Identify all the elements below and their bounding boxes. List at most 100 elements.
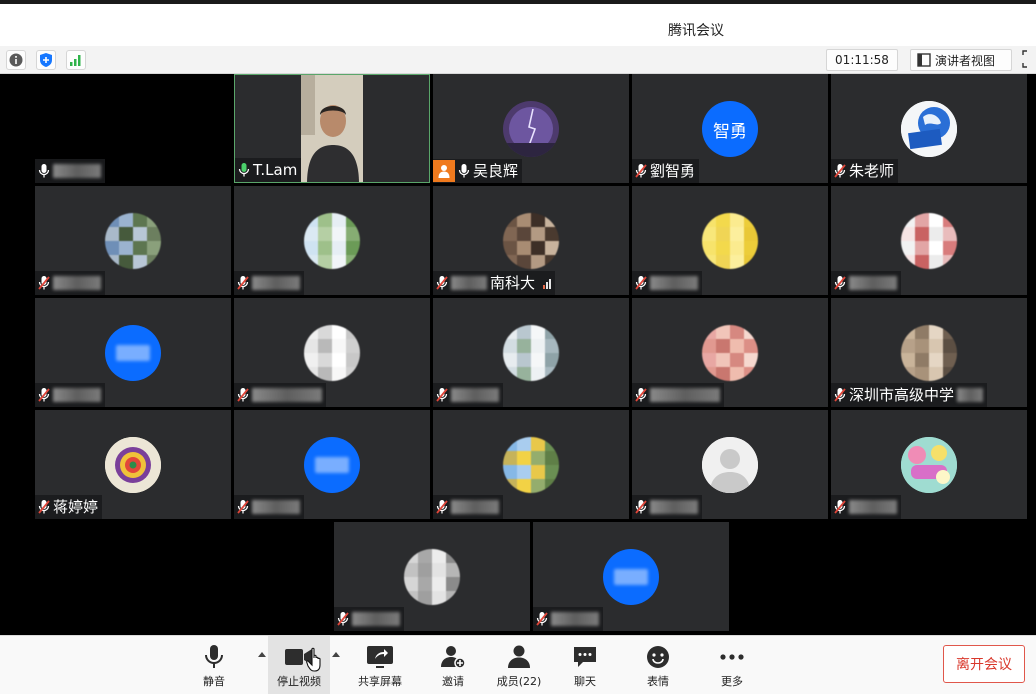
participant-tile[interactable] [831, 410, 1027, 519]
participant-label [433, 495, 503, 519]
shield-icon[interactable] [36, 50, 56, 70]
participant-tile[interactable] [632, 410, 828, 519]
chat-icon [574, 647, 596, 667]
speaker-view-button[interactable]: 演讲者视图 [910, 49, 1012, 71]
mic-muted-icon [436, 500, 448, 514]
avatar-initials [116, 345, 150, 361]
participant-name-obscured [451, 276, 487, 290]
mic-muted-icon [834, 388, 846, 402]
invite-user-icon [441, 646, 466, 669]
participant-tile[interactable] [234, 298, 430, 407]
participant-label [234, 271, 304, 295]
participant-label [35, 159, 105, 183]
info-icon[interactable] [6, 50, 26, 70]
participant-name [252, 276, 300, 290]
avatar [702, 213, 758, 269]
participant-name [650, 388, 720, 402]
mute-button[interactable]: 静音 [183, 636, 245, 694]
participant-video-feed [301, 75, 363, 182]
participant-name-obscured [957, 388, 984, 402]
mic-muted-icon [38, 388, 50, 402]
participant-tile[interactable] [35, 298, 231, 407]
window-title: 腾讯会议 [668, 23, 724, 39]
share-screen-button[interactable]: 共享屏幕 [349, 636, 411, 694]
participant-tile[interactable]: 朱老师 [831, 74, 1027, 183]
more-button[interactable]: 更多 [701, 636, 763, 694]
participant-label [632, 271, 702, 295]
members-icon [508, 645, 530, 668]
speaker-view-label: 演讲者视图 [935, 53, 996, 68]
participant-tile[interactable] [433, 410, 629, 519]
participant-label [433, 383, 503, 407]
mic-muted-icon [436, 276, 448, 290]
audio-options-caret[interactable] [258, 652, 266, 657]
participant-tile[interactable] [334, 522, 530, 631]
title-bar: 腾讯会议 [0, 0, 1036, 46]
participant-name [849, 500, 897, 514]
mic-on-icon [458, 164, 470, 178]
avatar [404, 549, 460, 605]
participant-tile[interactable]: 深圳市高级中学 [831, 298, 1027, 407]
meeting-info-bar: 01:11:58 演讲者视图 [0, 46, 1036, 74]
participant-label [334, 607, 404, 631]
avatar [702, 437, 758, 493]
members-button[interactable]: 成员(22) [488, 636, 550, 694]
participant-tile[interactable] [234, 186, 430, 295]
leave-meeting-button[interactable]: 离开会议 [943, 645, 1025, 683]
avatar [603, 549, 659, 605]
chat-button[interactable]: 聊天 [554, 636, 616, 694]
invite-button[interactable]: 邀请 [422, 636, 484, 694]
meeting-toolbar: 静音 停止视频 共享屏幕 邀请 成员(22) 聊天 表情 更多 离开会议 [0, 635, 1036, 694]
participant-label [831, 271, 901, 295]
participant-tile[interactable] [632, 186, 828, 295]
more-dots-icon [720, 654, 744, 660]
reactions-button[interactable]: 表情 [627, 636, 689, 694]
participant-label: 劉智勇 [632, 159, 700, 183]
participant-name [252, 388, 322, 402]
participant-tile[interactable]: T.Lam [234, 74, 430, 183]
avatar [901, 325, 957, 381]
participant-tile[interactable] [433, 298, 629, 407]
participant-name [53, 388, 101, 402]
video-options-caret[interactable] [332, 652, 340, 657]
mic-on-icon [38, 164, 50, 178]
mute-label: 静音 [203, 675, 225, 688]
participant-name [849, 276, 897, 290]
participant-label [632, 495, 702, 519]
participant-tile[interactable]: 学生 [234, 410, 430, 519]
participant-name [352, 612, 400, 626]
mic-muted-icon [237, 276, 249, 290]
avatar-initials: 智勇 [713, 121, 747, 142]
avatar [702, 325, 758, 381]
participant-name [53, 276, 101, 290]
participant-tile[interactable] [533, 522, 729, 631]
more-label: 更多 [721, 675, 743, 688]
participant-tile[interactable] [632, 298, 828, 407]
participant-name: 吴良辉 [473, 162, 519, 180]
hand-cursor-icon [306, 647, 321, 672]
participant-tile[interactable]: 智勇 劉智勇 [632, 74, 828, 183]
participant-name: 深圳市高级中学 [849, 386, 955, 404]
stop-video-label: 停止视频 [277, 675, 321, 688]
participant-tile[interactable] [831, 186, 1027, 295]
host-badge-icon [433, 160, 455, 182]
participant-label: 深圳市高级中学 [831, 383, 988, 407]
layout-icon [917, 53, 931, 67]
participant-name [551, 612, 599, 626]
members-label: 成员(22) [496, 675, 542, 688]
participant-tile[interactable]: 蒋婷婷 [35, 410, 231, 519]
participant-tile[interactable] [35, 74, 231, 183]
mic-muted-icon [536, 612, 548, 626]
signal-icon[interactable] [66, 50, 86, 70]
avatar [503, 213, 559, 269]
avatar: 学生 [304, 437, 360, 493]
mic-muted-icon [834, 164, 846, 178]
participant-label: 蒋婷婷 [35, 495, 103, 519]
participant-tile[interactable] [35, 186, 231, 295]
participant-label: 吴良辉 [433, 159, 523, 183]
participant-label: 朱老师 [831, 159, 899, 183]
participant-name [650, 500, 698, 514]
participant-tile[interactable]: 南科大 [433, 186, 629, 295]
participant-tile[interactable]: 吴良辉 [433, 74, 629, 183]
fullscreen-icon[interactable] [1022, 50, 1036, 70]
